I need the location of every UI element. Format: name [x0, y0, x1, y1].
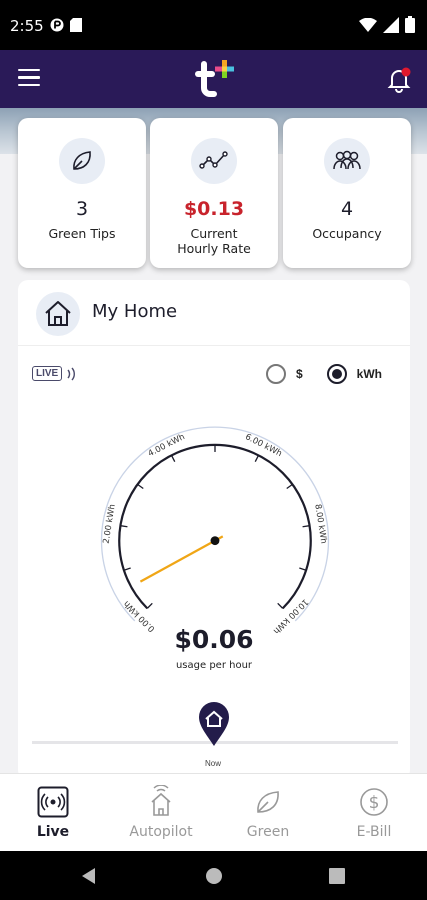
gauge-tick-label: 2.00 kWh [101, 503, 117, 544]
green-tips-label: Green Tips [48, 226, 116, 241]
home-title: My Home [92, 301, 178, 322]
recents-icon[interactable] [329, 868, 345, 884]
gauge-tick [146, 602, 153, 609]
nav-ebill-label: E-Bill [356, 824, 392, 840]
my-home-header[interactable]: My Home [18, 280, 410, 346]
gauge-tick [299, 567, 307, 571]
leaf-icon [257, 791, 279, 813]
usage-gauge: 0.00 kWh2.00 kWh4.00 kWh 6.00 kWh8.00 kWh… [100, 426, 330, 636]
gauge-outer-ring [100, 426, 330, 622]
broadcast-waves-icon [67, 367, 76, 380]
brand-logo-icon [195, 60, 234, 97]
green-tips-count: 3 [75, 198, 89, 220]
hourly-rate-label: Current Hourly Rate [177, 226, 251, 256]
app-notification-icon [50, 18, 64, 32]
notification-bell-icon[interactable] [385, 66, 413, 94]
gauge-tick [120, 525, 128, 528]
sd-card-icon [70, 18, 82, 32]
gauge-needle [139, 535, 224, 583]
status-bar: 2:55 [0, 0, 427, 50]
gauge-tick [302, 525, 310, 528]
live-label: LIVE [32, 366, 63, 381]
dollar-radio-label: $ [295, 367, 303, 381]
svg-text:$: $ [369, 793, 380, 813]
gauge-tick-label: 4.00 kWh [146, 431, 186, 458]
dollar-circle-icon: $ [360, 788, 388, 816]
usage-value: $0.06 [174, 625, 254, 654]
dollar-radio[interactable] [265, 364, 286, 384]
gauge-dial-arc [118, 443, 312, 610]
gauge-tick [123, 567, 131, 571]
gauge-tick [137, 483, 144, 490]
occupancy-label: Occupancy [312, 226, 382, 241]
hourly-rate-card[interactable]: $0.13 Current Hourly Rate [150, 118, 278, 268]
trend-line-icon [199, 151, 228, 169]
usage-label: usage per hour [175, 660, 253, 671]
hourly-rate-value: $0.13 [183, 198, 245, 220]
nav-green-label: Green [246, 824, 290, 840]
signal-icon [383, 16, 399, 33]
gauge-tick [286, 483, 293, 490]
nav-green[interactable]: Green [223, 784, 313, 840]
green-tips-card[interactable]: 3 Green Tips [18, 118, 146, 268]
kwh-radio-label: kWh [356, 367, 382, 381]
gauge-tick [254, 455, 260, 462]
nav-autopilot[interactable]: Autopilot [116, 784, 206, 840]
now-label: Now [205, 759, 222, 768]
timeline-home-pin-icon[interactable] [196, 700, 232, 748]
autopilot-home-icon [151, 785, 171, 816]
gauge-tick [170, 455, 176, 462]
bottom-navigation: Live Autopilot Green $ E-Bill [0, 773, 427, 851]
gauge-tick [277, 602, 284, 609]
nav-live-label: Live [36, 824, 70, 840]
kwh-radio[interactable] [326, 364, 347, 384]
menu-icon-line [18, 69, 40, 72]
status-time: 2:55 [10, 17, 44, 35]
occupancy-count: 4 [340, 198, 354, 220]
nav-live[interactable]: Live [8, 784, 98, 840]
house-icon [45, 301, 71, 326]
app-bar [0, 50, 427, 108]
gauge-needle-hub [210, 536, 220, 546]
leaf-icon [73, 151, 91, 170]
battery-icon [405, 16, 415, 33]
wifi-icon [359, 17, 377, 32]
occupancy-card[interactable]: 4 Occupancy [283, 118, 411, 268]
home-icon[interactable] [205, 867, 223, 885]
back-icon[interactable] [80, 867, 98, 885]
gauge-tick-label: 8.00 kWh [313, 503, 329, 544]
nav-ebill[interactable]: $ E-Bill [329, 784, 419, 840]
gauge-tick-label: 6.00 kWh [244, 431, 284, 458]
system-navigation-bar [0, 851, 427, 900]
people-icon [333, 150, 361, 170]
live-broadcast-icon [37, 786, 69, 818]
nav-autopilot-label: Autopilot [129, 824, 193, 840]
live-badge: LIVE [32, 366, 78, 381]
unit-toggle: $ kWh [265, 364, 382, 384]
menu-button[interactable] [18, 69, 40, 89]
my-home-card: My Home LIVE $ kWh 0.00 kWh 2.00 kWh 4.00 … [18, 280, 410, 780]
